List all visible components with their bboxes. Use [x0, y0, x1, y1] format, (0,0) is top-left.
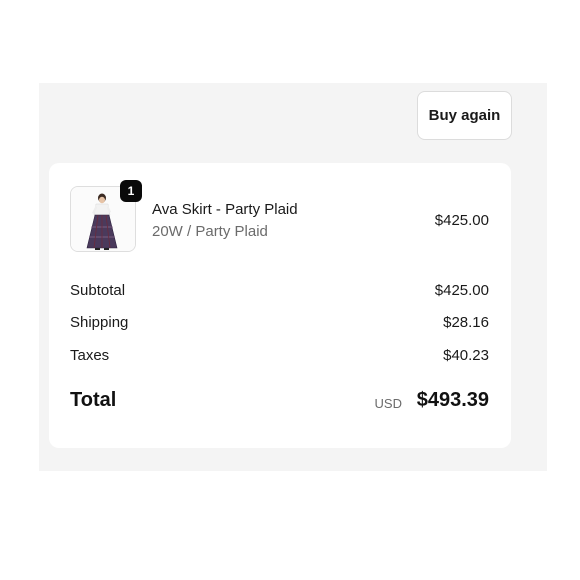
subtotal-label: Subtotal	[70, 282, 126, 299]
line-item: 1 Ava Skirt - Party Plaid 20W / Party Pl…	[70, 180, 489, 252]
shipping-label: Shipping	[70, 314, 129, 331]
total-row: Total USD $493.39	[70, 389, 489, 417]
subtotal-value: $425.00	[434, 282, 489, 299]
total-label: Total	[70, 389, 117, 411]
order-summary-panel: Buy again 1 Ava Skirt - Party Plaid 20W …	[39, 83, 547, 471]
product-name: Ava Skirt - Party Plaid	[152, 201, 298, 218]
quantity-badge: 1	[120, 180, 142, 202]
total-currency: USD	[374, 396, 402, 411]
shipping-row: Shipping $28.16	[70, 314, 489, 334]
subtotal-row: Subtotal $425.00	[70, 282, 489, 302]
taxes-label: Taxes	[70, 347, 110, 364]
product-variant: 20W / Party Plaid	[152, 223, 268, 240]
product-price: $425.00	[434, 212, 489, 229]
buy-again-button[interactable]: Buy again	[417, 91, 512, 140]
taxes-row: Taxes $40.23	[70, 347, 489, 367]
taxes-value: $40.23	[443, 347, 489, 364]
order-summary-card: 1 Ava Skirt - Party Plaid 20W / Party Pl…	[49, 163, 511, 448]
total-amount: $493.39	[416, 389, 489, 411]
shipping-value: $28.16	[443, 314, 489, 331]
